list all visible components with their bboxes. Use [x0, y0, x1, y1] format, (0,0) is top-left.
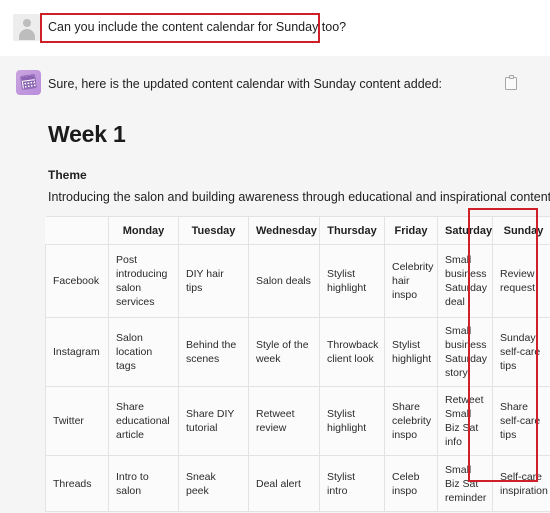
row-label-threads: Threads — [45, 455, 109, 512]
column-header-wednesday: Wednesday — [248, 216, 320, 245]
table-row: Threads Intro to salon Sneak peek Deal a… — [45, 455, 550, 512]
cell-threads-friday: Celeb inspo — [384, 455, 438, 512]
cell-twitter-friday: Share celebrity inspo — [384, 386, 438, 456]
cell-instagram-sunday: Sunday self-care tips — [492, 317, 550, 387]
row-label-instagram: Instagram — [45, 317, 109, 387]
cell-twitter-thursday: Stylist highlight — [319, 386, 385, 456]
cell-instagram-tuesday: Behind the scenes — [178, 317, 249, 387]
cell-facebook-monday: Post introducing salon services — [108, 244, 179, 318]
calendar-glyph — [20, 74, 37, 90]
clipboard-board-shape — [505, 77, 517, 90]
cell-instagram-wednesday: Style of the week — [248, 317, 320, 387]
cell-threads-tuesday: Sneak peek — [178, 455, 249, 512]
cell-threads-monday: Intro to salon — [108, 455, 179, 512]
theme-description: Introducing the salon and building aware… — [48, 190, 550, 204]
avatar-head-shape — [22, 19, 31, 27]
user-message-text: Can you include the content calendar for… — [48, 20, 347, 34]
row-label-twitter: Twitter — [45, 386, 109, 456]
page-title: Week 1 — [48, 121, 126, 147]
column-header-thursday: Thursday — [319, 216, 385, 245]
cell-facebook-saturday: Small business Saturday deal — [437, 244, 493, 318]
table-header-row: Monday Tuesday Wednesday Thursday Friday… — [45, 216, 550, 245]
column-header-tuesday: Tuesday — [178, 216, 249, 245]
cell-instagram-monday: Salon location tags — [108, 317, 179, 387]
user-avatar-icon — [13, 14, 40, 41]
theme-label: Theme — [48, 168, 87, 182]
assistant-message-text: Sure, here is the updated content calend… — [48, 77, 443, 91]
cell-instagram-saturday: Small business Saturday story — [437, 317, 493, 387]
cell-threads-saturday: Small Biz Sat reminder — [437, 455, 493, 512]
column-header-saturday: Saturday — [437, 216, 493, 245]
row-label-facebook: Facebook — [45, 244, 109, 318]
cell-facebook-sunday: Review request — [492, 244, 550, 318]
content-calendar-table: Monday Tuesday Wednesday Thursday Friday… — [45, 216, 550, 512]
clipboard-clip-shape — [508, 75, 514, 79]
calendar-app-icon — [16, 70, 41, 95]
table-row: Facebook Post introducing salon services… — [45, 244, 550, 318]
clipboard-copy-icon[interactable] — [505, 75, 517, 90]
cell-twitter-sunday: Share self-care tips — [492, 386, 550, 456]
column-header-monday: Monday — [108, 216, 179, 245]
cell-twitter-monday: Share educational article — [108, 386, 179, 456]
table-row: Twitter Share educational article Share … — [45, 386, 550, 456]
column-header-sunday: Sunday — [492, 216, 550, 245]
cell-facebook-friday: Celebrity hair inspo — [384, 244, 438, 318]
column-header-friday: Friday — [384, 216, 438, 245]
cell-threads-wednesday: Deal alert — [248, 455, 320, 512]
user-message-block: Can you include the content calendar for… — [0, 0, 550, 56]
cell-facebook-wednesday: Salon deals — [248, 244, 320, 318]
table-row: Instagram Salon location tags Behind the… — [45, 317, 550, 387]
calendar-grid-dots — [22, 80, 36, 90]
avatar-body-shape — [18, 29, 35, 40]
cell-threads-thursday: Stylist intro — [319, 455, 385, 512]
cell-twitter-wednesday: Retweet review — [248, 386, 320, 456]
cell-twitter-tuesday: Share DIY tutorial — [178, 386, 249, 456]
cell-facebook-tuesday: DIY hair tips — [178, 244, 249, 318]
cell-twitter-saturday: Retweet Small Biz Sat info — [437, 386, 493, 456]
cell-instagram-thursday: Throwback client look — [319, 317, 385, 387]
cell-instagram-friday: Stylist highlight — [384, 317, 438, 387]
cell-threads-sunday: Self-care inspiration — [492, 455, 550, 512]
table-corner-header — [45, 216, 109, 245]
cell-facebook-thursday: Stylist highlight — [319, 244, 385, 318]
